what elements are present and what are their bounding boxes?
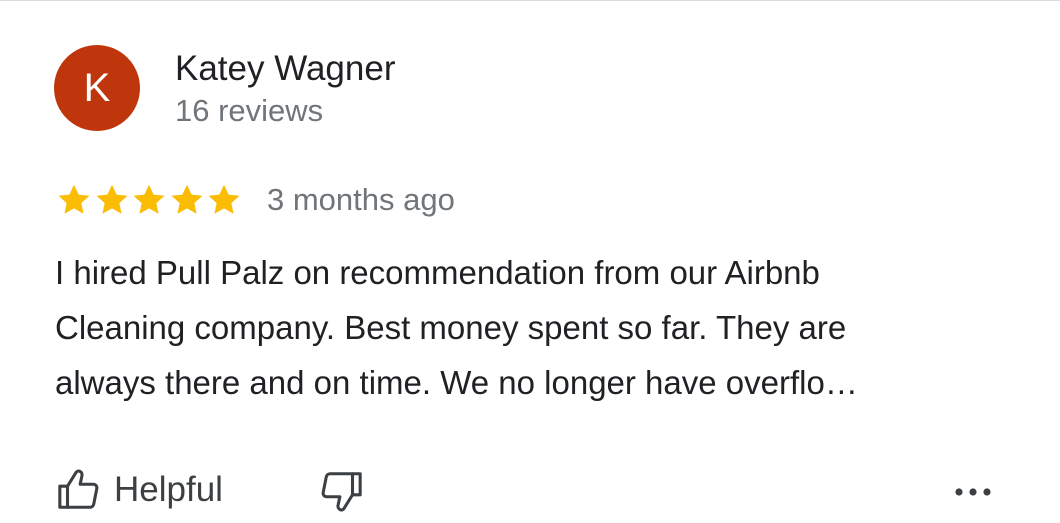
avatar[interactable]: K [54, 45, 140, 131]
review-text-line: I hired Pull Palz on recommendation from… [55, 254, 820, 291]
review-text-line: Cleaning company. Best money spent so fa… [55, 309, 847, 346]
helpful-button[interactable]: Helpful [56, 464, 223, 516]
avatar-initial: K [83, 66, 111, 110]
thumbs-up-icon [58, 469, 99, 509]
helpful-label: Helpful [114, 470, 223, 509]
star-icon [96, 184, 127, 214]
review-text[interactable]: I hired Pull Palz on recommendation from… [55, 245, 1015, 410]
review-count: 16 reviews [175, 93, 324, 128]
review-text-line: always there and on time. We no longer h… [55, 364, 858, 401]
not-helpful-button[interactable] [316, 466, 366, 516]
thumbs-down-icon [321, 472, 362, 512]
star-icon [58, 184, 90, 214]
star-rating [56, 181, 244, 219]
top-divider [0, 0, 1060, 1]
star-icon [171, 184, 202, 214]
star-icon [208, 184, 240, 214]
review-date: 3 months ago [267, 182, 455, 217]
star-icon [133, 184, 165, 214]
more-options-button[interactable] [948, 474, 998, 510]
author-name[interactable]: Katey Wagner [175, 48, 395, 90]
more-horizontal-icon [955, 488, 991, 496]
